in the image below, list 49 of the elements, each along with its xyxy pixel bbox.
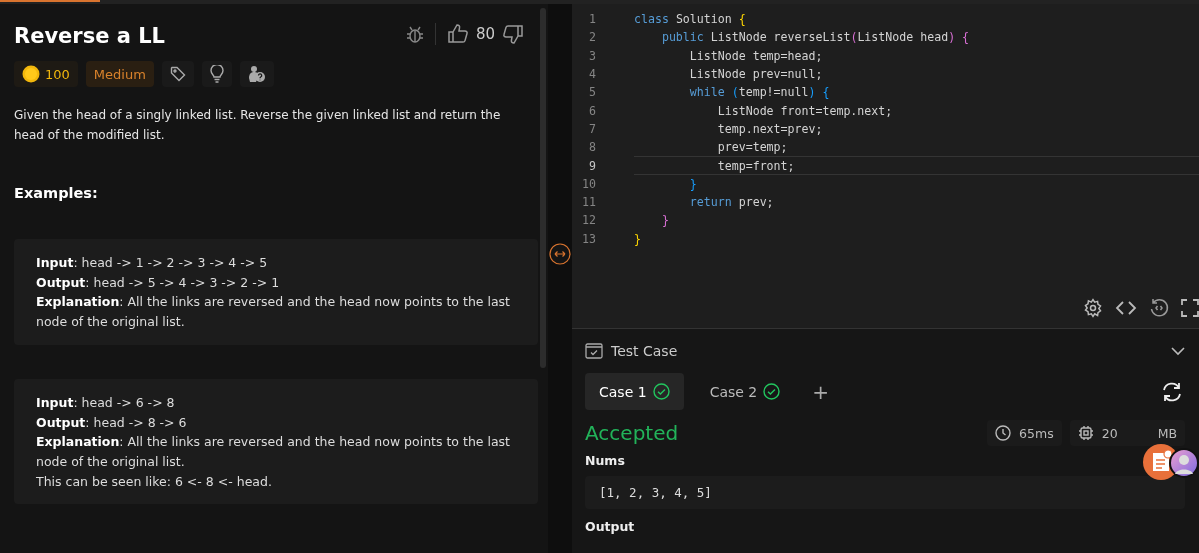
code-text: temp.next=prev;	[716, 120, 824, 138]
line-number: 12	[581, 213, 596, 228]
line-number: 11	[581, 195, 596, 210]
example-line: Input: head -> 1 -> 2 -> 3 -> 4 -> 5	[36, 254, 269, 272]
examples-heading: Examples:	[14, 185, 99, 201]
line-number: 6	[588, 103, 596, 118]
input-value: [1, 2, 3, 4, 5]	[585, 476, 1185, 509]
line-number: 5	[588, 85, 596, 100]
line-number: 3	[588, 48, 596, 63]
output-label: Output	[585, 519, 636, 534]
problem-title: Reverse a LL	[14, 24, 165, 48]
example-line: This can be seen like: 6 <- 8 <- head.	[36, 472, 273, 491]
code-text: ListNode prev=null;	[688, 66, 824, 84]
line-number: 4	[588, 67, 596, 82]
code-text: }	[688, 175, 698, 193]
input-label: Nums	[585, 453, 626, 468]
example-line: Output: head -> 8 -> 6	[36, 413, 188, 432]
code-text: }	[660, 212, 670, 230]
code-text: return prev;	[688, 194, 775, 212]
panel-title: Test Case	[611, 343, 678, 359]
code-text: while (temp!=null) {	[688, 84, 831, 102]
runtime-stat: 65ms	[987, 420, 1062, 446]
difficulty-badge: Medium	[85, 61, 154, 87]
code-text: temp=front;	[634, 156, 1199, 175]
problem-description: Given the head of a singly linked list. Reverse the given linked list and return the head of the modified list.	[14, 107, 502, 144]
code-text: }	[634, 230, 642, 248]
case-tab[interactable]: Case 2	[695, 373, 795, 410]
verdict-text: Accepted	[585, 421, 679, 445]
code-text: public ListNode reverseList(ListNode head) {	[660, 29, 971, 47]
case-tab[interactable]: Case 1	[585, 373, 684, 410]
code-text: prev=temp;	[716, 139, 789, 157]
like-count: 80	[475, 25, 495, 43]
line-number: 1	[588, 12, 596, 27]
memory-stat: 20 MB	[1069, 420, 1185, 446]
code-text: class Solution {	[634, 11, 747, 29]
add-case-button[interactable]: +	[806, 379, 835, 404]
line-number: 9	[588, 158, 596, 173]
example-line: Explanation: All the links are reversed and the head now points to the last node of the original list.	[36, 433, 512, 471]
line-number: 7	[588, 121, 596, 136]
line-number: 2	[588, 30, 596, 45]
code-text: ListNode front=temp.next;	[716, 102, 894, 120]
line-number: 8	[588, 140, 596, 155]
line-number: 13	[581, 231, 596, 246]
line-number: 10	[581, 176, 596, 191]
example-line: Output: head -> 5 -> 4 -> 3 -> 2 -> 1	[36, 273, 281, 292]
coin-badge: 100	[14, 61, 78, 87]
code-text: ListNode temp=head;	[688, 47, 824, 65]
example-line: Explanation: All the links are reversed and the head now points to the last node of the original list.	[36, 293, 512, 332]
example-line: Input: head -> 6 -> 8	[36, 393, 176, 412]
